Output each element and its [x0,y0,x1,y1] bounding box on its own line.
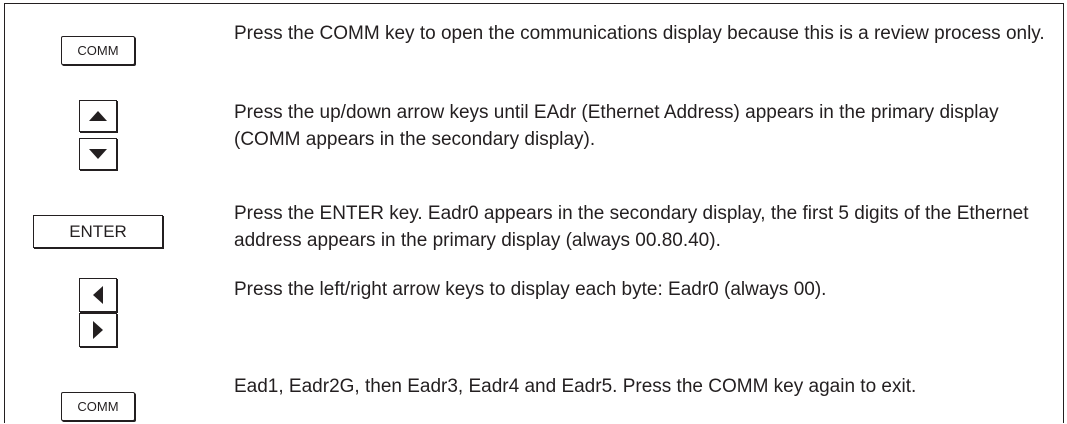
key-cell: ENTER [5,182,213,268]
step-row: Press the up/down arrow keys until EAdr … [5,82,1063,182]
left-arrow-key[interactable] [79,278,117,312]
left-arrow-icon [93,286,103,304]
up-arrow-icon [89,111,107,121]
key-cell: COMM [5,4,213,82]
step-text: Press the up/down arrow keys until EAdr … [234,102,999,150]
step-row: ENTER Press the ENTER key. Eadr0 appears… [5,182,1063,268]
step-text: Press the left/right arrow keys to displ… [234,279,827,300]
enter-key-label: ENTER [69,221,127,241]
step-text: Press the ENTER key. Eadr0 appears in th… [234,203,1029,251]
right-arrow-icon [93,321,103,339]
comm-key-label: COMM [77,399,119,414]
up-arrow-key[interactable] [79,100,117,132]
right-arrow-key[interactable] [79,313,117,347]
comm-key-label: COMM [77,43,119,58]
key-cell [5,82,213,182]
comm-key[interactable]: COMM [61,392,135,421]
enter-key[interactable]: ENTER [33,215,163,248]
comm-key[interactable]: COMM [61,36,135,65]
step-row: COMM Press the COMM key to open the comm… [5,4,1063,82]
key-cell [5,268,213,358]
step-row: COMM Ead1, Eadr2G, then Eadr3, Eadr4 and… [5,358,1063,424]
down-arrow-icon [89,149,107,159]
down-arrow-key[interactable] [79,138,117,170]
step-text: Press the COMM key to open the communica… [234,23,1045,44]
key-cell: COMM [5,358,213,424]
procedure-table: COMM Press the COMM key to open the comm… [4,3,1064,423]
step-text: Ead1, Eadr2G, then Eadr3, Eadr4 and Eadr… [234,376,917,397]
step-row: Press the left/right arrow keys to displ… [5,268,1063,358]
